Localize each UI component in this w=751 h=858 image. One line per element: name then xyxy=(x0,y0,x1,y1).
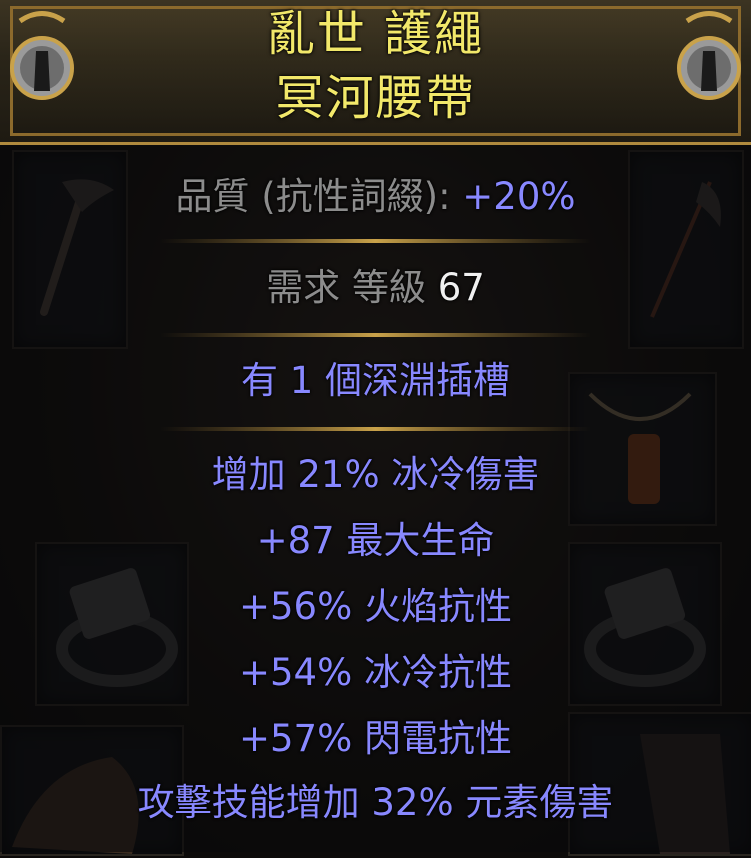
explicit-mod: +56% 火焰抗性 xyxy=(238,585,512,628)
explicit-mod: +87 最大生命 xyxy=(256,519,495,562)
quality-line: 品質 (抗性詞綴): +20% xyxy=(0,175,751,219)
explicit-mod: +57% 閃電抗性 xyxy=(238,717,512,760)
explicit-mod: +54% 冰冷抗性 xyxy=(238,651,512,694)
implicit-mod: 有 1 個深淵插槽 xyxy=(240,359,511,402)
item-tooltip: 亂世 護繩 冥河腰帶 品質 (抗性詞綴): +20% 需求 等級 67 有 1 … xyxy=(0,0,751,852)
item-base-type: 冥河腰帶 xyxy=(275,70,476,126)
quality-value: +20% xyxy=(462,175,576,218)
quality-label: 品質 (抗性詞綴): xyxy=(175,175,463,218)
separator xyxy=(160,239,591,243)
explicit-mod: 增加 21% 冰冷傷害 xyxy=(211,453,540,496)
item-name-prefix: 亂世 護繩 xyxy=(266,6,485,62)
tooltip-body: 品質 (抗性詞綴): +20% 需求 等級 67 有 1 個深淵插槽 增加 21… xyxy=(0,145,751,852)
separator xyxy=(160,333,591,337)
requirement-line: 需求 等級 67 xyxy=(0,266,751,310)
requirement-value: 67 xyxy=(437,266,485,309)
tooltip-header: 亂世 護繩 冥河腰帶 xyxy=(0,0,751,145)
explicit-mod: 攻擊技能增加 32% 元素傷害 xyxy=(137,781,614,824)
requirement-label: 需求 等級 xyxy=(266,266,438,309)
separator xyxy=(160,427,591,431)
